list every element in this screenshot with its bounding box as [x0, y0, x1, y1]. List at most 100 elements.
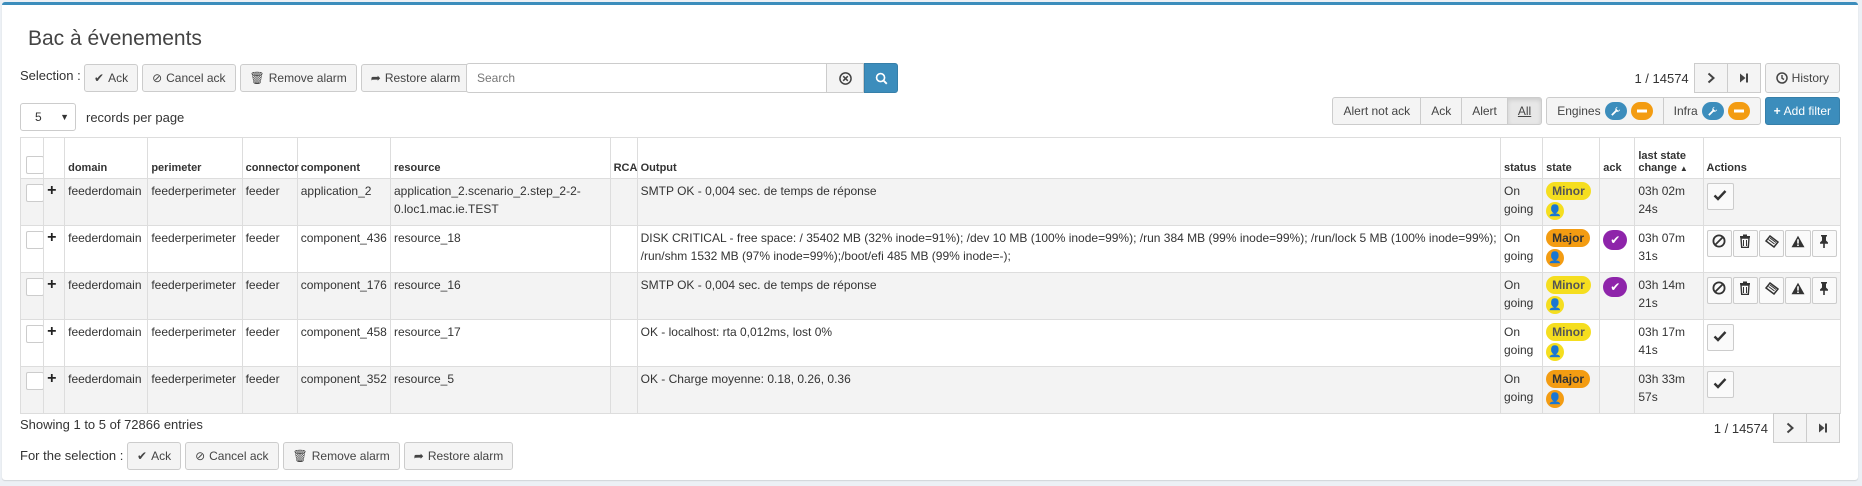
- state-cell: Major 👤: [1542, 225, 1601, 273]
- minus-icon[interactable]: [1727, 102, 1750, 120]
- expand-plus-icon[interactable]: +: [47, 182, 56, 199]
- filter-bar: Alert not ack Ack Alert All Engines Infr…: [1332, 97, 1840, 125]
- state-badge[interactable]: Minor: [1546, 323, 1591, 341]
- column-header: Actions: [1702, 137, 1842, 179]
- ack-button-bottom[interactable]: ✔ Ack: [127, 442, 182, 470]
- table-row[interactable]: + feederdomain feederperimeter feeder applic…: [19, 178, 1842, 226]
- change-criticity-action-button[interactable]: [1785, 277, 1811, 304]
- warning-icon: [1791, 282, 1805, 300]
- ack-cell: [1599, 366, 1636, 414]
- snooze-action-button[interactable]: [1811, 277, 1837, 304]
- trash-icon: 🗑: [292, 449, 308, 463]
- records-per-page-select[interactable]: 5 ▼: [20, 103, 76, 131]
- remove-alarm-button-bottom[interactable]: 🗑 Remove alarm: [282, 442, 400, 470]
- state-cell: Major 👤: [1542, 366, 1601, 414]
- resource-cell: resource_5: [389, 366, 611, 414]
- row-checkbox[interactable]: [26, 184, 44, 202]
- row-checkbox[interactable]: [26, 231, 44, 249]
- column-header[interactable]: resource: [389, 137, 611, 179]
- column-header[interactable]: state: [1542, 137, 1601, 179]
- remove-alarm-action-button[interactable]: [1732, 277, 1759, 304]
- connector-cell: feeder: [241, 225, 298, 273]
- check-icon: ✔: [137, 449, 148, 463]
- actions-cell: [1702, 366, 1842, 414]
- table-row[interactable]: + feederdomain feederperimeter feeder compon…: [19, 272, 1842, 320]
- row-checkbox[interactable]: [26, 325, 44, 343]
- change-criticity-action-button[interactable]: [1785, 230, 1811, 257]
- filter-infra[interactable]: Infra: [1662, 97, 1761, 125]
- declare-ticket-action-button[interactable]: [1759, 277, 1785, 304]
- expand-plus-icon[interactable]: +: [47, 323, 56, 340]
- cancel-ack-action-button[interactable]: [1706, 277, 1732, 304]
- minus-icon[interactable]: [1630, 102, 1653, 120]
- table-row[interactable]: + feederdomain feederperimeter feeder compon…: [19, 366, 1842, 414]
- last-page-button-bottom[interactable]: [1806, 413, 1840, 443]
- snooze-action-button[interactable]: [1811, 230, 1837, 257]
- ack-action-button[interactable]: [1706, 183, 1734, 210]
- last-state-change-cell: 03h 17m 41s: [1634, 319, 1704, 367]
- wrench-icon[interactable]: [1701, 102, 1724, 120]
- filter-engines[interactable]: Engines: [1546, 97, 1664, 125]
- status-cell: On going: [1499, 272, 1544, 320]
- ack-button[interactable]: ✔ Ack: [84, 64, 139, 92]
- table-header-row: domain perimeter connector component res…: [19, 137, 1842, 179]
- cancel-ack-button-bottom[interactable]: ⊘ Cancel ack: [185, 442, 279, 470]
- table-row[interactable]: + feederdomain feederperimeter feeder compon…: [19, 319, 1842, 367]
- ack-action-button[interactable]: [1706, 371, 1734, 398]
- expand-header: [43, 137, 66, 179]
- ack-cell: ✔: [1599, 272, 1636, 320]
- perimeter-cell: feederperimeter: [147, 225, 243, 273]
- filter-alert-not-ack[interactable]: Alert not ack: [1332, 97, 1422, 125]
- expand-plus-icon[interactable]: +: [47, 229, 56, 246]
- next-page-button-bottom[interactable]: [1773, 413, 1807, 443]
- ack-check-icon[interactable]: ✔: [1603, 230, 1628, 250]
- clock-icon: [1775, 72, 1788, 84]
- row-checkbox[interactable]: [26, 372, 44, 390]
- ack-check-icon[interactable]: ✔: [1603, 277, 1628, 297]
- state-badge[interactable]: Major: [1546, 370, 1591, 388]
- ack-action-button[interactable]: [1706, 324, 1734, 351]
- state-badge[interactable]: Minor: [1546, 182, 1591, 200]
- expand-plus-icon[interactable]: +: [47, 276, 56, 293]
- row-actions: [1706, 371, 1837, 398]
- filter-alert[interactable]: Alert: [1461, 97, 1508, 125]
- add-filter-button[interactable]: + Add filter: [1764, 97, 1840, 125]
- remove-alarm-action-button[interactable]: [1732, 230, 1759, 257]
- column-header-last-state-change[interactable]: last state change ▲: [1634, 137, 1704, 179]
- state-cell: Minor 👤: [1542, 178, 1601, 226]
- search-input[interactable]: [466, 63, 826, 93]
- sort-asc-icon: ▲: [1679, 164, 1688, 173]
- column-header[interactable]: connector: [241, 137, 299, 179]
- restore-alarm-button-bottom[interactable]: ➦ Restore alarm: [403, 442, 514, 470]
- table-body: + feederdomain feederperimeter feeder applic…: [19, 178, 1842, 414]
- wrench-icon[interactable]: [1604, 102, 1627, 120]
- output-cell: OK - Charge moyenne: 0.18, 0.26, 0.36: [636, 366, 1501, 414]
- last-page-button[interactable]: [1726, 63, 1761, 93]
- filter-all[interactable]: All: [1506, 97, 1543, 125]
- row-expand-cell: +: [43, 319, 66, 367]
- pager-top: 1 / 14574 History: [1634, 63, 1840, 93]
- column-header[interactable]: domain: [64, 137, 149, 179]
- restore-alarm-button[interactable]: ➦ Restore alarm: [360, 64, 471, 92]
- declare-ticket-action-button[interactable]: [1759, 230, 1785, 257]
- column-header[interactable]: ack: [1599, 137, 1636, 179]
- column-header[interactable]: status: [1499, 137, 1544, 179]
- column-header[interactable]: perimeter: [147, 137, 243, 179]
- select-all-checkbox[interactable]: [26, 156, 44, 174]
- state-badge[interactable]: Minor: [1546, 276, 1591, 294]
- column-header[interactable]: Output: [636, 137, 1501, 179]
- column-header[interactable]: RCA: [609, 137, 638, 179]
- next-page-button[interactable]: [1693, 63, 1728, 93]
- search-button[interactable]: [864, 63, 898, 93]
- clear-search-button[interactable]: [826, 63, 864, 93]
- row-checkbox[interactable]: [26, 278, 44, 296]
- history-button[interactable]: History: [1764, 63, 1840, 93]
- cancel-ack-button[interactable]: ⊘ Cancel ack: [142, 64, 236, 92]
- cancel-ack-action-button[interactable]: [1706, 230, 1732, 257]
- remove-alarm-button[interactable]: 🗑 Remove alarm: [239, 64, 357, 92]
- filter-ack[interactable]: Ack: [1420, 97, 1463, 125]
- state-badge[interactable]: Major: [1546, 229, 1591, 247]
- column-header[interactable]: component: [296, 137, 391, 179]
- table-row[interactable]: + feederdomain feederperimeter feeder compon…: [19, 225, 1842, 273]
- expand-plus-icon[interactable]: +: [47, 370, 56, 387]
